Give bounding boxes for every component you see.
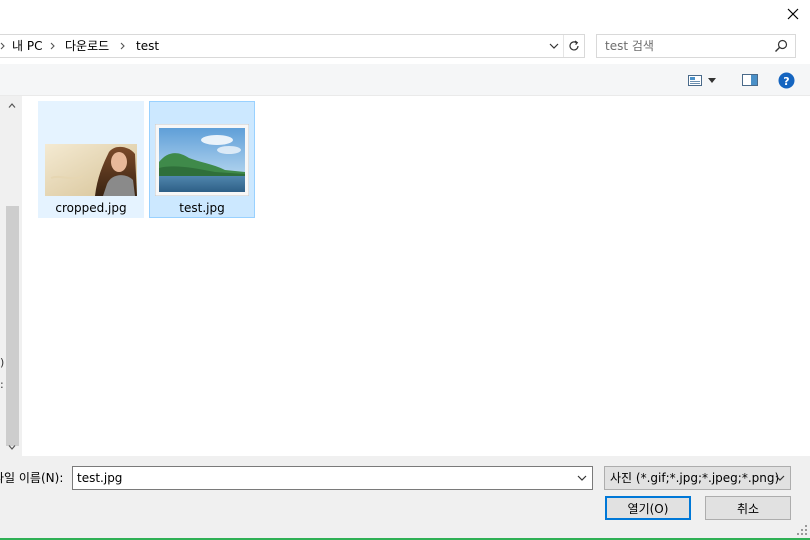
chevron-right-icon — [119, 37, 127, 55]
chevron-right-icon — [49, 37, 57, 55]
change-view-button[interactable] — [686, 70, 724, 90]
chevron-up-icon — [8, 102, 16, 108]
nav-scroll-down-button[interactable] — [4, 440, 20, 454]
close-button[interactable] — [775, 0, 810, 28]
file-thumbnail-cropped — [45, 144, 137, 196]
filetype-select[interactable]: 사진 (*.gif;*.jpg;*.jpeg;*.png) — [604, 466, 791, 490]
breadcrumb-downloads[interactable]: 다운로드 — [65, 38, 109, 54]
chevron-down-icon — [775, 475, 785, 481]
filetype-dropdown-button[interactable] — [773, 471, 787, 485]
file-item-test[interactable]: test.jpg — [149, 101, 255, 218]
filename-combobox[interactable] — [72, 466, 593, 490]
help-button[interactable]: ? — [776, 70, 796, 90]
chevron-down-icon — [8, 444, 16, 450]
chevron-down-icon — [549, 43, 559, 49]
nav-scrollbar-thumb[interactable] — [6, 206, 19, 446]
cancel-button[interactable]: 취소 — [705, 496, 791, 520]
file-thumbnail-test — [155, 124, 249, 196]
file-item-cropped[interactable]: cropped.jpg — [38, 101, 144, 218]
resize-grip-icon[interactable] — [796, 524, 808, 536]
chevron-down-icon — [708, 77, 716, 83]
chevron-down-icon — [577, 475, 587, 481]
search-box[interactable] — [596, 34, 796, 58]
help-icon: ? — [778, 72, 794, 88]
preview-pane-icon — [742, 74, 758, 86]
breadcrumb-test[interactable]: test — [136, 38, 159, 54]
address-bar[interactable]: 내 PC 다운로드 test — [0, 34, 585, 58]
address-history-dropdown[interactable] — [545, 35, 563, 57]
file-name: test.jpg — [179, 201, 225, 215]
filename-input[interactable] — [73, 467, 567, 489]
filetype-value: 사진 (*.gif;*.jpg;*.jpeg;*.png) — [610, 471, 780, 485]
refresh-icon — [569, 40, 579, 51]
file-name: cropped.jpg — [55, 201, 127, 215]
view-options-icon — [688, 74, 702, 86]
filename-label: 파일 이름(N): — [0, 471, 64, 485]
open-button[interactable]: 열기(O) — [605, 496, 691, 520]
nav-scroll-up-button[interactable] — [4, 98, 20, 112]
chevron-right-icon — [0, 37, 7, 55]
svg-text:?: ? — [783, 75, 789, 88]
search-icon[interactable] — [773, 38, 789, 54]
preview-pane-button[interactable] — [740, 70, 760, 90]
breadcrumb-this-pc[interactable]: 내 PC — [12, 38, 42, 54]
close-icon — [787, 8, 798, 20]
search-input[interactable] — [597, 35, 775, 57]
refresh-button[interactable] — [563, 35, 584, 57]
filename-dropdown-button[interactable] — [574, 470, 590, 486]
